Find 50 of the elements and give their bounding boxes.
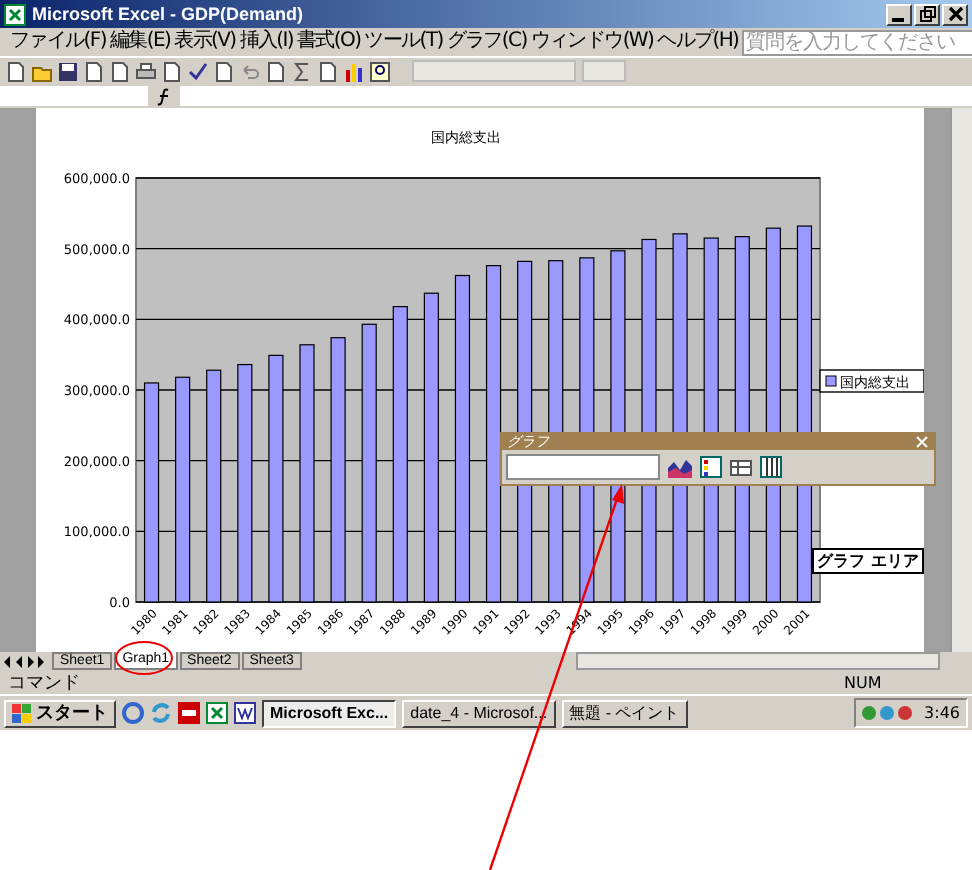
menu-item[interactable]: 挿入(I): [239, 30, 294, 54]
browser-icon[interactable]: [122, 702, 144, 724]
menu-item[interactable]: 書式(O): [297, 30, 361, 54]
spreadsheet-icon: [4, 3, 26, 25]
window-title: Microsoft Excel - GDP(Demand): [32, 4, 306, 24]
save-icon[interactable]: [58, 61, 78, 81]
function-icon[interactable]: [156, 87, 172, 105]
formula-field[interactable]: [180, 86, 972, 106]
close-button[interactable]: [942, 3, 968, 25]
menu-item[interactable]: 表示(V): [174, 30, 236, 54]
menu-item[interactable]: 編集(E): [109, 30, 171, 54]
menu-item[interactable]: グラフ(C): [446, 30, 527, 54]
legend-icon[interactable]: [699, 456, 722, 478]
vertical-scrollbar[interactable]: [950, 108, 972, 652]
spreadsheet-icon[interactable]: [206, 702, 228, 724]
chart-icon[interactable]: [344, 61, 364, 81]
chart-type-icon[interactable]: [667, 457, 692, 477]
close-icon: [947, 6, 963, 22]
status-indicator: NUM: [844, 673, 882, 691]
help-icon[interactable]: [370, 61, 390, 81]
horizontal-scrollbar[interactable]: [575, 652, 940, 670]
circle-icon[interactable]: [898, 706, 913, 720]
minimize-button[interactable]: [886, 3, 912, 25]
start-button[interactable]: スタート: [4, 699, 116, 727]
chart-element-tooltip: グラフ エリア: [811, 548, 925, 574]
status-text: コマンド: [8, 671, 80, 695]
close-icon[interactable]: [915, 436, 928, 448]
menu-item[interactable]: ウィンドウ(W): [530, 30, 654, 54]
menu-item[interactable]: ヘルプ(H): [657, 30, 739, 54]
menu-item[interactable]: ファイル(F): [10, 30, 106, 54]
tab-scroll-icon[interactable]: [4, 655, 44, 667]
taskbar-button[interactable]: 無題 - ペイント: [561, 699, 688, 727]
highlight-ellipse: [115, 641, 173, 675]
restore-icon: [919, 6, 935, 22]
font-field[interactable]: [412, 60, 576, 82]
chart-object-field[interactable]: [505, 454, 660, 480]
app-icon[interactable]: [178, 702, 200, 724]
check-icon[interactable]: [188, 61, 208, 81]
restore-button[interactable]: [914, 3, 940, 25]
document-icon[interactable]: [234, 702, 256, 724]
clock: 3:46: [924, 704, 960, 722]
font-size-field[interactable]: [582, 60, 626, 82]
taskbar-button[interactable]: Microsoft Exc...: [262, 699, 397, 727]
sum-icon[interactable]: [292, 61, 312, 81]
print-icon[interactable]: [136, 61, 156, 81]
menu-item[interactable]: ツール(T): [364, 30, 443, 54]
four-squares-icon: [12, 703, 32, 723]
data-table-icon[interactable]: [729, 456, 752, 478]
by-column-icon[interactable]: [759, 456, 782, 478]
help-search-field[interactable]: 質問を入力してください: [742, 29, 972, 55]
